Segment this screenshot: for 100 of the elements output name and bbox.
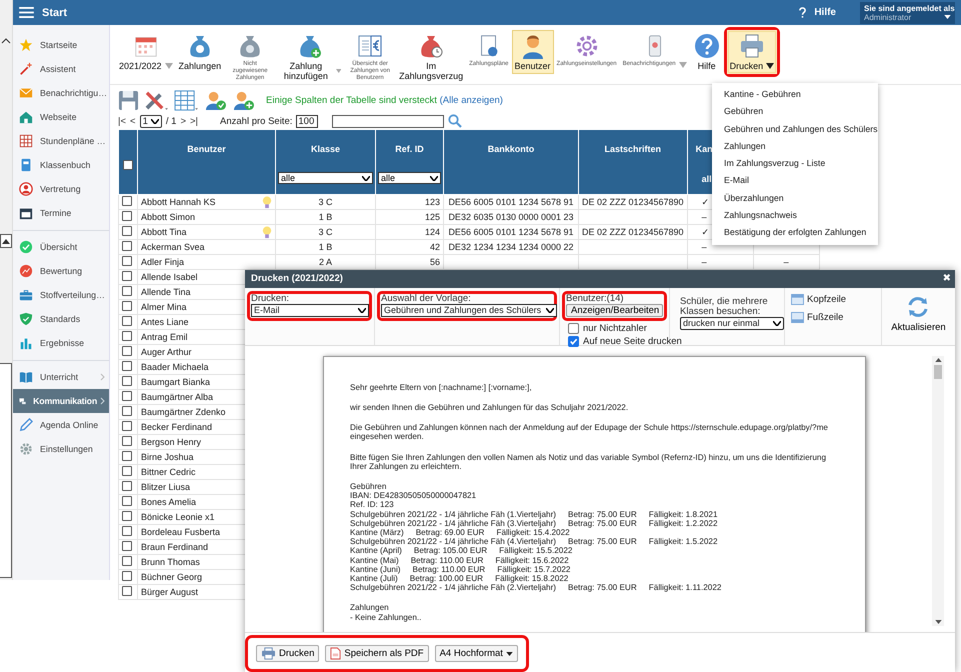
row-checkbox[interactable] bbox=[122, 540, 132, 550]
row-checkbox[interactable] bbox=[122, 210, 132, 220]
menu-item[interactable]: Gebühren und Zahlungen des Schülers bbox=[712, 120, 878, 138]
template-select[interactable]: Gebühren und Zahlungen des Schülers bbox=[381, 304, 557, 317]
save-pdf-button[interactable]: Speichern als PDF bbox=[325, 645, 429, 662]
refresh-button[interactable]: Aktualisieren bbox=[891, 290, 946, 342]
sidebar-item[interactable]: Bewertung bbox=[13, 259, 109, 283]
row-checkbox[interactable] bbox=[122, 420, 132, 430]
toolbar-button[interactable]: Zahlung hinzufügen bbox=[276, 30, 344, 84]
menu-item[interactable]: Gebühren bbox=[712, 103, 878, 121]
row-checkbox[interactable] bbox=[122, 556, 132, 566]
row-checkbox[interactable] bbox=[122, 330, 132, 340]
column-header[interactable]: Bankkonto bbox=[446, 144, 576, 154]
table-grid-icon[interactable] bbox=[174, 90, 199, 110]
tools-icon[interactable] bbox=[144, 90, 169, 110]
row-checkbox[interactable] bbox=[122, 240, 132, 250]
help-icon[interactable] bbox=[799, 7, 806, 18]
row-checkbox[interactable] bbox=[122, 450, 132, 460]
sidebar-item[interactable]: Kommunikation bbox=[13, 389, 109, 413]
checkbox-label[interactable]: Auf neue Seite drucken bbox=[583, 336, 682, 347]
multi-class-select[interactable]: drucken nur einmal bbox=[680, 316, 784, 330]
start-title[interactable]: Start bbox=[42, 6, 68, 18]
row-checkbox[interactable] bbox=[122, 286, 132, 296]
row-checkbox[interactable] bbox=[122, 196, 132, 206]
sidebar-item[interactable]: Einstellungen bbox=[13, 437, 109, 461]
row-checkbox[interactable] bbox=[122, 570, 132, 580]
close-button[interactable]: ✖ bbox=[942, 273, 951, 284]
sidebar-item[interactable]: Webseite bbox=[13, 105, 109, 129]
sidebar-item[interactable]: Assistent bbox=[13, 57, 109, 81]
row-checkbox[interactable] bbox=[122, 510, 132, 520]
show-edit-button[interactable]: Anzeigen/Bearbeiten bbox=[566, 304, 663, 317]
print-type-select[interactable]: E-Mail bbox=[251, 304, 369, 317]
row-checkbox[interactable] bbox=[122, 390, 132, 400]
menu-item[interactable]: E-Mail bbox=[712, 172, 878, 190]
toolbar-button[interactable]: Benutzer bbox=[512, 30, 554, 74]
toolbar-button[interactable]: Zahlungen bbox=[176, 30, 224, 74]
row-checkbox[interactable] bbox=[122, 226, 132, 236]
toolbar-button[interactable]: Im Zahlungsverzug bbox=[396, 30, 466, 84]
sidebar-item[interactable]: Vertretung bbox=[13, 177, 109, 201]
column-header[interactable]: Lastschriften bbox=[581, 144, 685, 154]
sidebar-item[interactable]: Unterricht bbox=[13, 365, 109, 389]
menu-item[interactable]: Im Zahlungsverzug - Liste bbox=[712, 155, 878, 172]
row-checkbox[interactable] bbox=[122, 586, 132, 596]
sidebar-item[interactable]: Agenda Online bbox=[13, 413, 109, 437]
arrow-down-icon[interactable] bbox=[934, 620, 942, 624]
sidebar-item[interactable]: Übersicht bbox=[13, 235, 109, 259]
toolbar-button[interactable]: Drucken bbox=[726, 30, 778, 74]
sidebar-item[interactable]: Ergebnisse bbox=[13, 331, 109, 355]
user-menu[interactable]: Sie sind angemeldet als Administrator bbox=[860, 2, 955, 24]
search-icon[interactable] bbox=[448, 114, 462, 128]
sidebar-item[interactable]: Benachrichtigu… bbox=[13, 81, 109, 105]
row-checkbox[interactable] bbox=[122, 480, 132, 490]
page-format-dropdown[interactable]: A4 Hochformat bbox=[434, 645, 518, 662]
toggle-label[interactable]: Kopfzeile bbox=[807, 294, 846, 306]
menu-item[interactable]: Kantine - Gebühren bbox=[712, 86, 878, 104]
search-field[interactable] bbox=[332, 114, 444, 128]
filter-select[interactable]: alle bbox=[278, 172, 373, 184]
person-plus-icon[interactable] bbox=[232, 90, 255, 110]
last-page-link[interactable]: >| bbox=[190, 116, 198, 126]
first-page-link[interactable]: |< bbox=[118, 116, 126, 126]
print-button[interactable]: Drucken bbox=[256, 645, 320, 662]
sidebar-item[interactable]: Standards bbox=[13, 307, 109, 331]
show-all-link[interactable]: (Alle anzeigen) bbox=[440, 94, 503, 106]
row-checkbox[interactable] bbox=[122, 496, 132, 506]
row-checkbox[interactable] bbox=[122, 360, 132, 370]
menu-icon[interactable] bbox=[19, 7, 34, 18]
person-check-icon[interactable] bbox=[204, 90, 227, 110]
checkbox[interactable] bbox=[568, 322, 579, 334]
row-checkbox[interactable] bbox=[122, 316, 132, 326]
page-select[interactable]: 1 bbox=[140, 114, 162, 128]
row-checkbox[interactable] bbox=[122, 526, 132, 536]
row-checkbox[interactable] bbox=[122, 376, 132, 386]
sidebar-item[interactable]: Startseite bbox=[13, 33, 109, 57]
chevron-up-icon[interactable] bbox=[1, 38, 11, 44]
row-checkbox[interactable] bbox=[122, 406, 132, 416]
toggle-label[interactable]: Fußzeile bbox=[807, 312, 844, 324]
scrollbar[interactable] bbox=[932, 356, 944, 626]
arrow-up-icon[interactable] bbox=[934, 358, 942, 362]
column-header[interactable]: Benutzer bbox=[140, 144, 273, 154]
per-page-field[interactable]: 100 bbox=[296, 114, 318, 128]
row-checkbox[interactable] bbox=[122, 256, 132, 266]
toolbar-button[interactable]: Hilfe bbox=[690, 30, 724, 74]
filter-select[interactable]: alle bbox=[378, 172, 441, 184]
row-checkbox[interactable] bbox=[122, 436, 132, 446]
checkbox[interactable] bbox=[568, 336, 579, 347]
next-page-link[interactable]: > bbox=[180, 116, 186, 126]
row-checkbox[interactable] bbox=[122, 466, 132, 476]
previous-page-link[interactable]: < bbox=[130, 116, 136, 126]
column-header[interactable]: Klasse bbox=[278, 144, 373, 154]
sidebar-item[interactable]: Termine bbox=[13, 201, 109, 225]
row-checkbox[interactable] bbox=[122, 300, 132, 310]
sidebar-item[interactable]: Stoffverteilung… bbox=[13, 283, 109, 307]
sidebar-item[interactable]: Klassenbuch bbox=[13, 153, 109, 177]
scroll-up-button[interactable] bbox=[0, 234, 12, 248]
menu-item[interactable]: Zahlungen bbox=[712, 138, 878, 156]
sidebar-item[interactable]: Stundenpläne … bbox=[13, 129, 109, 153]
toolbar-button[interactable]: 2021/2022 bbox=[116, 30, 176, 74]
checkbox-label[interactable]: nur Nichtzahler bbox=[583, 322, 647, 334]
row-checkbox[interactable] bbox=[122, 270, 132, 280]
scroll-thumb[interactable] bbox=[934, 364, 942, 379]
